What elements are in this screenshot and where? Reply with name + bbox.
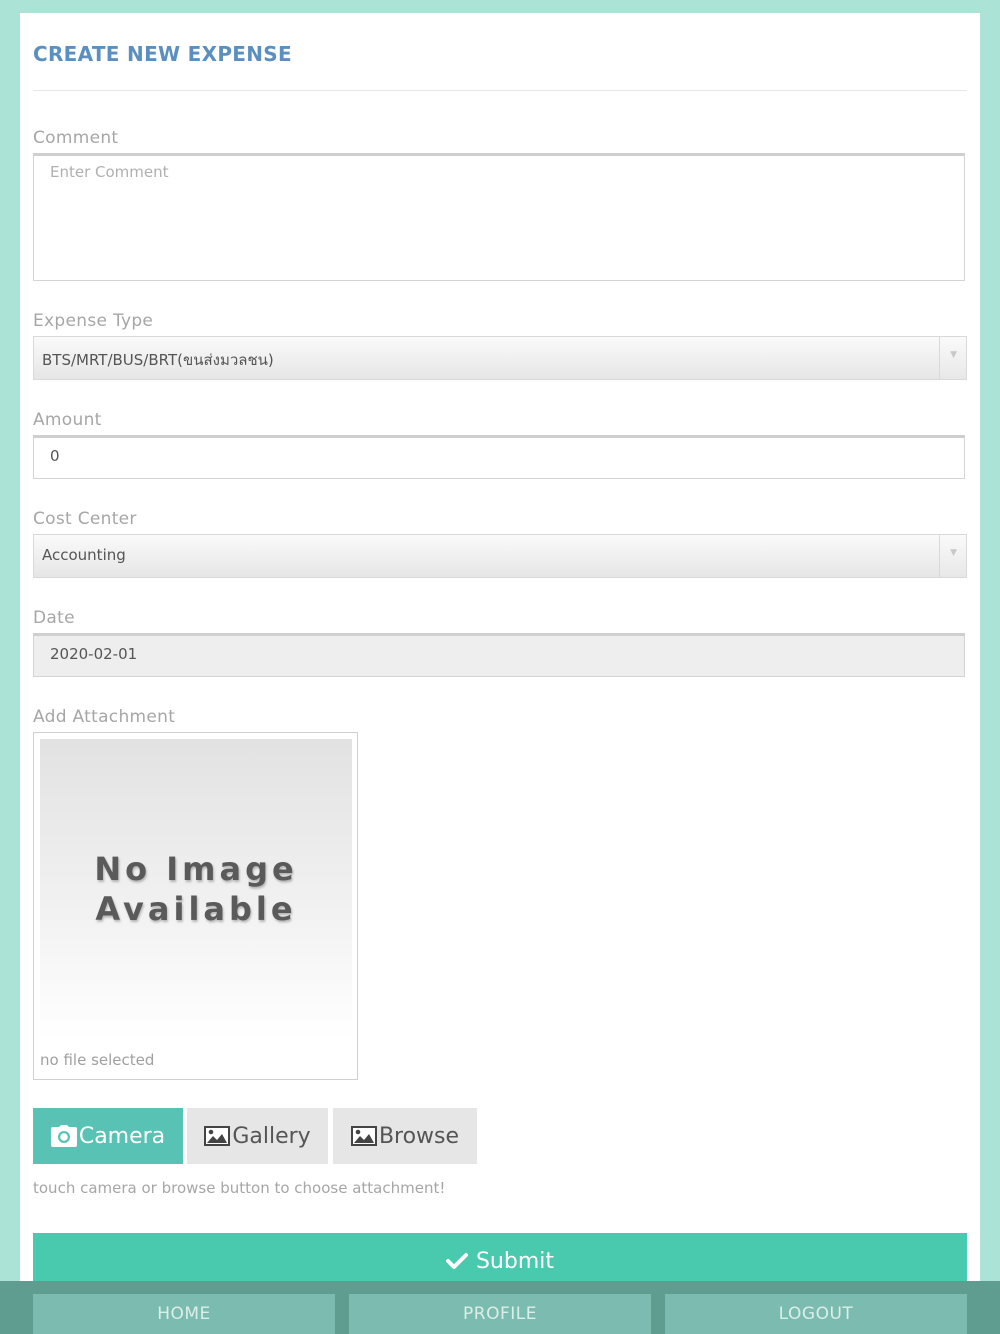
chevron-down-icon: ▼ bbox=[950, 548, 957, 558]
chevron-down-icon: ▼ bbox=[950, 350, 957, 360]
attachment-preview: No Image Available no file selected bbox=[33, 732, 358, 1080]
comment-placeholder: Enter Comment bbox=[50, 163, 169, 181]
cost-center-select[interactable]: Accounting ▼ bbox=[33, 534, 967, 578]
camera-button-label: Camera bbox=[78, 1123, 166, 1149]
check-icon bbox=[445, 1253, 468, 1269]
file-status: no file selected bbox=[40, 1051, 155, 1069]
cost-center-label: Cost Center bbox=[33, 509, 137, 529]
expense-type-select[interactable]: BTS/MRT/BUS/BRT(ขนส่งมวลชน) ▼ bbox=[33, 336, 967, 380]
image-icon bbox=[350, 1126, 377, 1146]
page-title: CREATE NEW EXPENSE bbox=[33, 42, 292, 66]
expense-type-label: Expense Type bbox=[33, 311, 154, 331]
no-image-line2: Available bbox=[95, 890, 297, 928]
gallery-button[interactable]: Gallery bbox=[187, 1108, 328, 1164]
date-label: Date bbox=[33, 608, 75, 628]
no-image-placeholder: No Image Available bbox=[40, 739, 352, 1039]
no-image-line1: No Image bbox=[94, 850, 298, 888]
attachment-hint: touch camera or browse button to choose … bbox=[33, 1179, 446, 1197]
gallery-button-label: Gallery bbox=[232, 1123, 311, 1149]
title-divider bbox=[33, 90, 967, 91]
camera-button[interactable]: Camera bbox=[33, 1108, 183, 1164]
camera-icon bbox=[50, 1125, 77, 1147]
expense-type-value: BTS/MRT/BUS/BRT(ขนส่งมวลชน) bbox=[42, 351, 274, 369]
amount-label: Amount bbox=[33, 410, 102, 430]
comment-textarea[interactable]: Enter Comment bbox=[33, 153, 965, 281]
expense-type-dropdown-toggle[interactable]: ▼ bbox=[939, 337, 966, 379]
browse-button[interactable]: Browse bbox=[333, 1108, 477, 1164]
expense-form-card: CREATE NEW EXPENSE Comment Enter Comment… bbox=[20, 13, 980, 1334]
bottom-nav: HOME PROFILE LOGOUT bbox=[0, 1281, 1000, 1334]
amount-value: 0 bbox=[50, 447, 60, 465]
date-value: 2020-02-01 bbox=[50, 645, 138, 663]
cost-center-value: Accounting bbox=[42, 546, 126, 564]
browse-button-label: Browse bbox=[378, 1123, 460, 1149]
date-input[interactable]: 2020-02-01 bbox=[33, 633, 965, 677]
submit-button-label: Submit bbox=[475, 1248, 555, 1274]
attachment-label: Add Attachment bbox=[33, 707, 176, 727]
cost-center-dropdown-toggle[interactable]: ▼ bbox=[939, 535, 966, 577]
nav-home-button[interactable]: HOME bbox=[33, 1294, 335, 1334]
amount-input[interactable]: 0 bbox=[33, 435, 965, 479]
nav-profile-button[interactable]: PROFILE bbox=[349, 1294, 651, 1334]
image-icon bbox=[204, 1126, 231, 1146]
comment-label: Comment bbox=[33, 128, 119, 148]
nav-logout-button[interactable]: LOGOUT bbox=[665, 1294, 967, 1334]
